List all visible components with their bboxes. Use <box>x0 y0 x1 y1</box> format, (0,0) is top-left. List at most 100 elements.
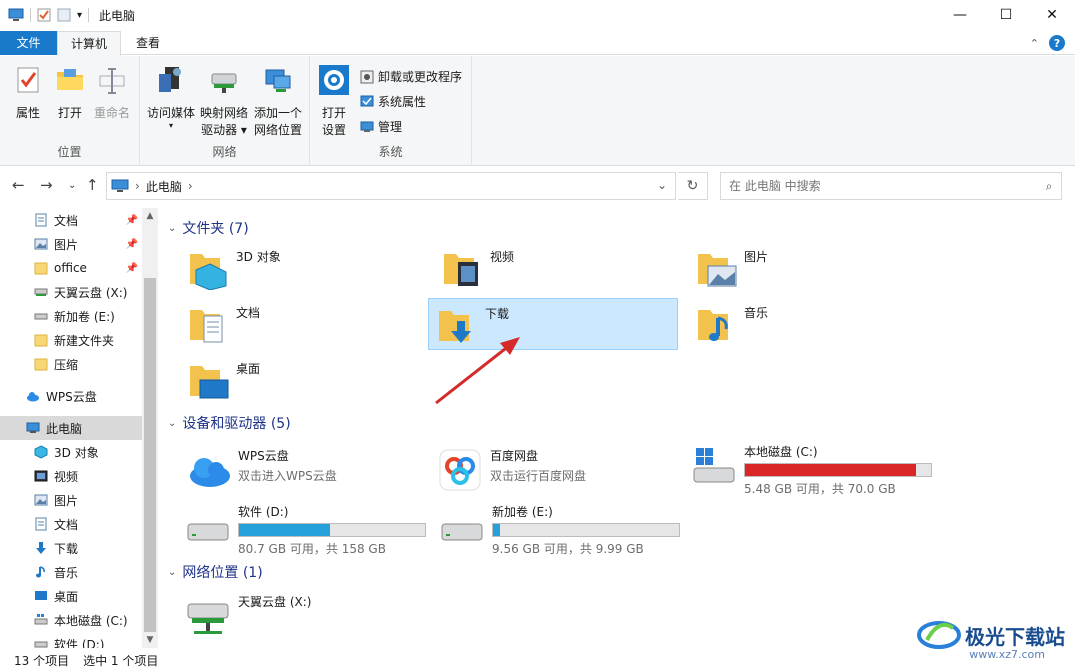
network-item-tianyi-drive[interactable]: 天翼云盘 (X:) <box>180 590 430 642</box>
device-item-volume-e[interactable]: 新加卷 (E:) 9.56 GB 可用，共 9.99 GB <box>434 500 684 556</box>
recent-locations-icon[interactable]: ⌄ <box>68 180 76 191</box>
folder-name: 视频 <box>490 250 515 264</box>
tab-file[interactable]: 文件 <box>0 31 57 55</box>
drive-usage-bar <box>744 463 932 477</box>
chevron-down-icon[interactable]: ⌄ <box>168 418 176 429</box>
system-properties-button[interactable]: 系统属性 <box>360 93 426 110</box>
search-icon[interactable]: ⌕ <box>1037 179 1061 194</box>
maximize-button[interactable]: ☐ <box>983 0 1029 30</box>
pin-icon[interactable]: 📌 <box>126 263 138 274</box>
rename-button[interactable]: 重命名 <box>90 64 134 122</box>
properties-button[interactable]: 属性 <box>8 64 48 122</box>
breadcrumb-chevron-icon[interactable]: › <box>135 179 140 193</box>
section-network-header[interactable]: ⌄ 网络位置 (1) <box>168 561 263 583</box>
access-media-button[interactable]: 访问媒体 ▾ <box>144 64 198 130</box>
pin-icon[interactable]: 📌 <box>126 215 138 226</box>
nav-item-pictures[interactable]: 图片 📌 <box>0 232 142 256</box>
nav-item-downloads[interactable]: 下载 <box>0 536 142 560</box>
nav-item-desktop[interactable]: 桌面 <box>0 584 142 608</box>
open-button[interactable]: 打开 <box>50 64 90 122</box>
nav-item-documents-pc[interactable]: 文档 <box>0 512 142 536</box>
section-devices-header[interactable]: ⌄ 设备和驱动器 (5) <box>168 412 291 434</box>
device-item-software-d[interactable]: 软件 (D:) 80.7 GB 可用，共 158 GB <box>180 500 430 556</box>
rename-label: 重命名 <box>93 106 130 120</box>
section-title: 文件夹 (7) <box>182 221 249 237</box>
folder-item-documents[interactable]: 文档 <box>180 298 430 350</box>
new-folder-icon[interactable] <box>57 8 71 22</box>
nav-item-new-folder[interactable]: 新建文件夹 <box>0 328 142 352</box>
back-arrow-icon[interactable]: ← <box>12 176 25 194</box>
customize-toolbar-icon[interactable]: ▾ <box>77 10 82 21</box>
breadcrumb-chevron-icon[interactable]: › <box>188 179 193 193</box>
title-bar: ▾ 此电脑 — ☐ ✕ <box>0 0 1075 30</box>
chevron-down-icon[interactable]: ⌄ <box>168 567 176 578</box>
refresh-icon[interactable]: ↻ <box>678 172 708 200</box>
nav-item-local-disk-c[interactable]: 本地磁盘 (C:) <box>0 608 142 632</box>
device-item-wps-cloud[interactable]: WPS云盘 双击进入WPS云盘 <box>180 444 430 496</box>
3d-objects-folder-icon <box>190 254 227 290</box>
scroll-thumb[interactable] <box>144 278 156 632</box>
forward-arrow-icon[interactable]: → <box>40 176 53 194</box>
address-dropdown-icon[interactable]: ⌄ <box>657 178 667 192</box>
drive-icon <box>34 313 48 320</box>
nav-item-office[interactable]: office 📌 <box>0 256 142 280</box>
group-system-label: 系统 <box>378 145 403 159</box>
folder-item-music[interactable]: 音乐 <box>688 298 938 350</box>
nav-scrollbar[interactable]: ▲ ▼ <box>142 208 158 648</box>
folder-item-videos[interactable]: 视频 <box>434 242 684 294</box>
address-bar[interactable]: › 此电脑 › ⌄ <box>106 172 676 200</box>
quick-access-toolbar: ▾ <box>0 8 90 22</box>
device-subtitle: 双击进入WPS云盘 <box>238 469 337 483</box>
properties-check-icon[interactable] <box>37 8 51 22</box>
map-drive-button[interactable]: 映射网络 驱动器 ▾ <box>198 64 250 139</box>
help-icon[interactable]: ? <box>1049 35 1065 51</box>
watermark-logo: 极光下载站 www.xz7.com <box>917 618 1065 661</box>
nav-item-music[interactable]: 音乐 <box>0 560 142 584</box>
open-settings-button[interactable]: 打开 设置 <box>316 64 352 139</box>
device-name: 百度网盘 <box>490 449 539 463</box>
folder-item-desktop[interactable]: 桌面 <box>180 354 430 406</box>
nav-item-tianyi-drive[interactable]: 天翼云盘 (X:) <box>0 280 142 304</box>
up-arrow-icon[interactable]: ↑ <box>86 176 99 194</box>
nav-item-compress[interactable]: 压缩 <box>0 352 142 376</box>
uninstall-program-button[interactable]: 卸载或更改程序 <box>360 68 462 85</box>
system-properties-icon <box>360 95 374 106</box>
close-button[interactable]: ✕ <box>1029 0 1075 30</box>
search-input[interactable] <box>729 179 1037 193</box>
nav-item-label: 新建文件夹 <box>54 333 115 348</box>
nav-item-software-d[interactable]: 软件 (D:) <box>0 632 142 648</box>
drive-usage-bar <box>492 523 680 537</box>
section-title: 网络位置 (1) <box>182 565 263 581</box>
nav-item-documents[interactable]: 文档 📌 <box>0 208 142 232</box>
chevron-down-icon[interactable]: ⌄ <box>168 223 176 234</box>
nav-item-label: 天翼云盘 (X:) <box>54 285 128 300</box>
scroll-down-icon[interactable]: ▼ <box>142 632 158 648</box>
video-icon <box>34 470 48 482</box>
tab-computer[interactable]: 计算机 <box>57 31 121 56</box>
picture-icon <box>34 238 48 250</box>
device-item-local-disk-c[interactable]: 本地磁盘 (C:) 5.48 GB 可用，共 70.0 GB <box>686 440 936 496</box>
device-item-baidu-netdisk[interactable]: 百度网盘 双击运行百度网盘 <box>432 444 682 496</box>
folder-item-3d-objects[interactable]: 3D 对象 <box>180 242 430 294</box>
search-box[interactable]: ⌕ <box>720 172 1062 200</box>
nav-item-wps-cloud[interactable]: WPS云盘 <box>0 384 142 408</box>
nav-item-this-pc[interactable]: 此电脑 <box>0 416 142 440</box>
manage-button[interactable]: 管理 <box>360 118 402 135</box>
folder-item-pictures[interactable]: 图片 <box>688 242 938 294</box>
tab-view[interactable]: 查看 <box>127 31 169 55</box>
minimize-button[interactable]: — <box>937 0 983 30</box>
nav-item-pictures-pc[interactable]: 图片 <box>0 488 142 512</box>
network-drive-icon <box>187 603 229 634</box>
ribbon-collapse-icon[interactable]: ⌃ <box>1030 37 1039 50</box>
section-folders-header[interactable]: ⌄ 文件夹 (7) <box>168 217 249 239</box>
nav-item-label: 图片 <box>54 237 79 252</box>
pin-icon[interactable]: 📌 <box>126 239 138 250</box>
breadcrumb-this-pc[interactable]: 此电脑 <box>146 178 182 195</box>
device-name: 新加卷 (E:) <box>492 505 553 519</box>
access-media-label: 访问媒体 <box>146 106 195 120</box>
nav-item-3d-objects[interactable]: 3D 对象 <box>0 440 142 464</box>
nav-item-videos[interactable]: 视频 <box>0 464 142 488</box>
scroll-up-icon[interactable]: ▲ <box>142 208 158 224</box>
add-network-location-button[interactable]: 添加一个 网络位置 <box>250 64 306 139</box>
nav-item-volume-e[interactable]: 新加卷 (E:) <box>0 304 142 328</box>
